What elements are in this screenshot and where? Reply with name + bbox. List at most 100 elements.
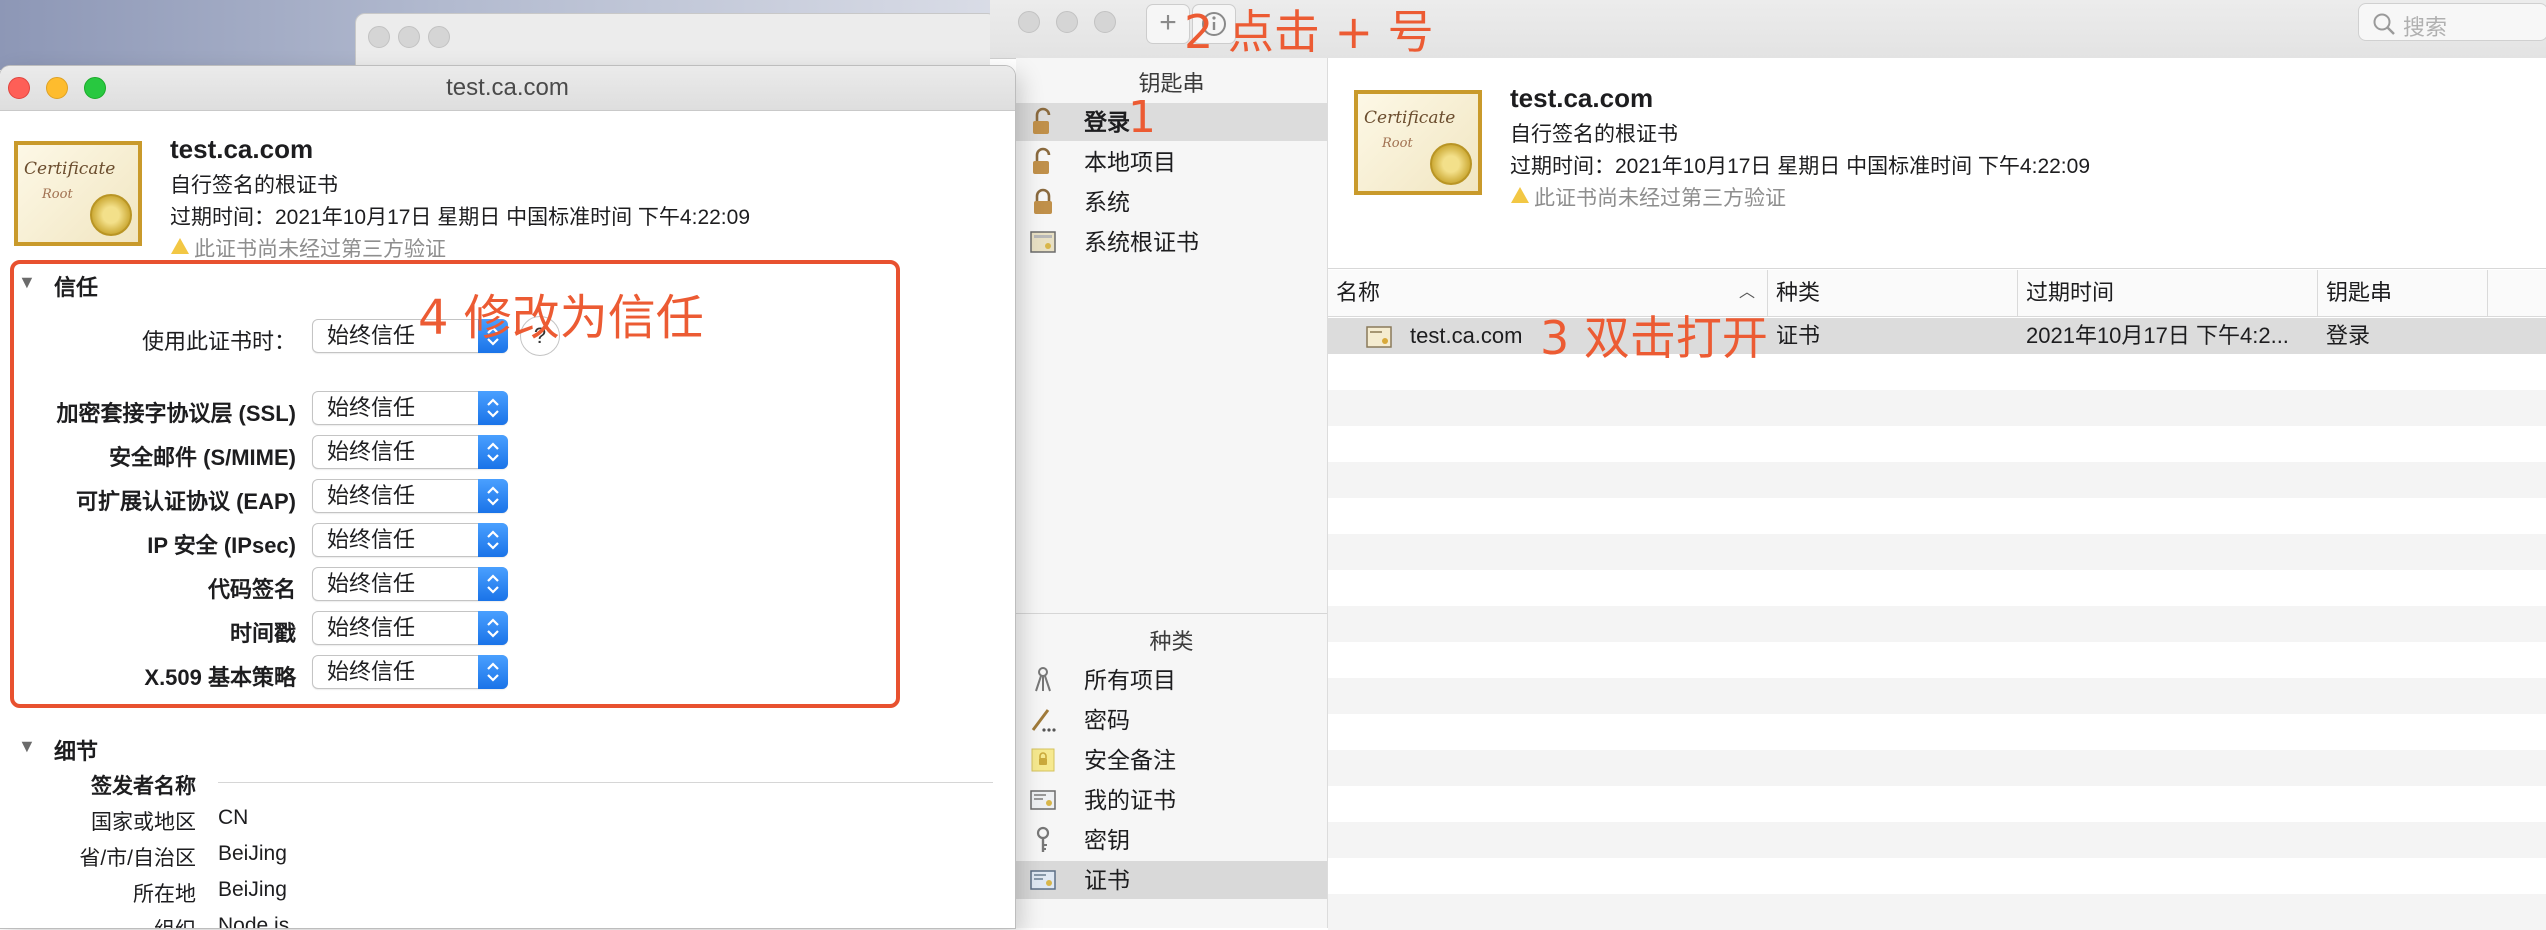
organization-value: Node.js	[218, 914, 290, 928]
categories-header: 种类	[1149, 629, 1194, 654]
table-row-empty	[1328, 642, 2546, 678]
certificate-icon-script-root: Root	[1382, 136, 1413, 151]
certificate-large-icon: Certificate Root	[14, 141, 142, 246]
issuer-name-header: 签发者名称	[91, 775, 196, 798]
certificate-row-icon	[1366, 326, 1392, 348]
search-field[interactable]: 搜索	[2358, 3, 2546, 41]
warning-icon	[171, 238, 189, 254]
column-header-expires[interactable]: 过期时间	[2018, 270, 2318, 316]
search-placeholder: 搜索	[2403, 15, 2448, 40]
issuer-divider	[218, 782, 993, 783]
detail-title: test.ca.com	[1510, 83, 1654, 113]
sidebar-item-label: 安全备注	[1084, 747, 1176, 773]
sidebar-item-all-items[interactable]: 所有项目	[1016, 661, 1327, 699]
window-zoom-button[interactable]	[428, 26, 450, 48]
keychain-close-button[interactable]	[1018, 11, 1040, 33]
keychain-access-window: + 搜索 钥匙串 登录 本地项目 系统 系统根证书 种类 所有项目 密码 安全备…	[990, 0, 2546, 930]
sidebar-item-label: 密码	[1084, 707, 1130, 733]
table-row-empty	[1328, 354, 2546, 390]
annotation-step-1: 1	[1128, 92, 1156, 143]
window-minimize-button[interactable]	[398, 26, 420, 48]
certificate-icon	[1030, 870, 1056, 890]
key-icon	[1036, 826, 1050, 852]
table-row-empty	[1328, 462, 2546, 498]
row-name: test.ca.com	[1410, 323, 1523, 348]
certificate-icon-script: Certificate	[1364, 108, 1456, 128]
my-certificate-icon	[1030, 790, 1056, 810]
certificate-seal-icon	[1430, 143, 1472, 185]
sidebar-item-label: 系统	[1084, 189, 1130, 215]
state-value: BeiJing	[218, 842, 287, 865]
certificate-window-titlebar: test.ca.com	[0, 66, 1015, 111]
table-row-empty	[1328, 678, 2546, 714]
sidebar-item-label: 证书	[1084, 867, 1130, 893]
lock-icon	[1034, 188, 1052, 214]
sidebar-item-system-roots[interactable]: 系统根证书	[1016, 223, 1327, 261]
sidebar-item-passwords[interactable]: 密码	[1016, 701, 1327, 739]
sidebar-item-label: 密钥	[1084, 827, 1130, 853]
sidebar-item-label: 本地项目	[1084, 149, 1176, 175]
sidebar-item-label: 所有项目	[1084, 667, 1176, 693]
table-row-empty	[1328, 714, 2546, 750]
table-row-empty	[1328, 750, 2546, 786]
certificate-cabinet-icon	[1030, 231, 1056, 253]
sidebar-item-secure-notes[interactable]: 安全备注	[1016, 741, 1327, 779]
state-label: 省/市/自治区	[79, 847, 196, 870]
sidebar-item-certificates[interactable]: 证书	[1016, 861, 1327, 899]
keychain-minimize-button[interactable]	[1056, 11, 1078, 33]
keychain-zoom-button[interactable]	[1094, 11, 1116, 33]
window-title: test.ca.com	[446, 74, 569, 101]
row-keychain: 登录	[2326, 323, 2371, 348]
sidebar-item-keys[interactable]: 密钥	[1016, 821, 1327, 859]
sidebar-item-label: 登录	[1084, 109, 1130, 135]
annotation-step-4: 4 修改为信任	[418, 290, 704, 346]
locality-label: 所在地	[133, 883, 196, 906]
certificate-icon-script: Certificate	[24, 159, 116, 179]
table-row-empty	[1328, 822, 2546, 858]
sidebar-item-login[interactable]: 登录	[1016, 103, 1327, 141]
certificate-icon-script-root: Root	[42, 187, 73, 202]
column-label: 名称	[1336, 280, 1381, 305]
sidebar-divider	[1016, 613, 1327, 614]
locality-value: BeiJing	[218, 878, 287, 901]
table-row[interactable]: test.ca.com 证书 2021年10月17日 下午4:2... 登录	[1328, 318, 2546, 354]
all-items-icon	[1035, 667, 1051, 692]
table-row-empty	[1328, 606, 2546, 642]
sidebar-item-system[interactable]: 系统	[1016, 183, 1327, 221]
organization-label: 组织	[8, 914, 196, 928]
search-icon	[2373, 13, 2395, 35]
country-label: 国家或地区	[91, 811, 196, 834]
table-row-empty	[1328, 426, 2546, 462]
table-row-empty	[1328, 390, 2546, 426]
window-close-button[interactable]	[368, 26, 390, 48]
table-row-empty	[1328, 498, 2546, 534]
annotation-step-2: 2 点击 + 号	[1184, 5, 1434, 59]
lock-open-icon	[1033, 107, 1051, 134]
detail-warning: 此证书尚未经过第三方验证	[1534, 187, 1786, 210]
table-row-empty	[1328, 894, 2546, 930]
annotation-step-3: 3 双击打开	[1540, 311, 1768, 365]
certificate-title: test.ca.com	[170, 134, 314, 164]
certificate-warning: 此证书尚未经过第三方验证	[194, 238, 446, 261]
certificate-large-icon: Certificate Root	[1354, 90, 1482, 195]
certificate-kind: 自行签名的根证书	[170, 174, 338, 197]
details-section-label: 细节	[54, 739, 99, 764]
detail-kind: 自行签名的根证书	[1510, 123, 1678, 146]
sidebar-item-my-certificates[interactable]: 我的证书	[1016, 781, 1327, 819]
table-row-empty	[1328, 570, 2546, 606]
detail-expiry: 过期时间：2021年10月17日 星期日 中国标准时间 下午4:22:09	[1510, 155, 2091, 178]
lock-open-icon	[1033, 147, 1051, 174]
column-header-kind[interactable]: 种类	[1768, 270, 2018, 316]
selected-item-detail: Certificate Root test.ca.com 自行签名的根证书 过期…	[1328, 58, 2546, 269]
secure-note-icon	[1031, 748, 1055, 772]
column-header-keychain[interactable]: 钥匙串	[2318, 270, 2488, 316]
country-value: CN	[218, 806, 249, 829]
sidebar-item-label: 系统根证书	[1084, 229, 1199, 255]
table-row-empty	[1328, 534, 2546, 570]
keychains-header: 钥匙串	[1138, 71, 1205, 96]
table-row-empty	[1328, 858, 2546, 894]
sidebar-item-local-items[interactable]: 本地项目	[1016, 143, 1327, 181]
certificate-expiry: 过期时间：2021年10月17日 星期日 中国标准时间 下午4:22:09	[170, 206, 751, 229]
warning-icon	[1511, 187, 1529, 203]
details-disclosure-triangle[interactable]: ▼	[18, 736, 36, 757]
